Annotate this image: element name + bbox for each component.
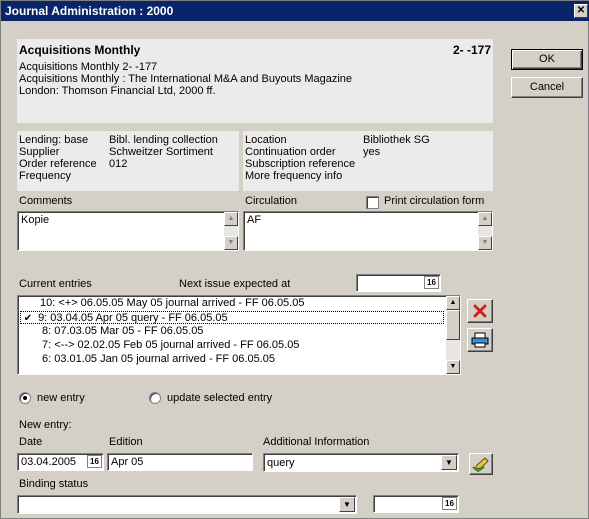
binding-date-field[interactable]: 16 xyxy=(373,495,459,513)
lending-label: Lending: base xyxy=(19,134,89,146)
lending-value: Bibl. lending collection xyxy=(109,134,218,146)
scroll-up-icon[interactable]: ▲ xyxy=(478,212,492,226)
journal-admin-window: Journal Administration : 2000 ✕ Acquisit… xyxy=(0,0,589,519)
supplier-label: Supplier xyxy=(19,146,60,158)
location-value: Bibliothek SG xyxy=(363,134,430,146)
window-title: Journal Administration : 2000 xyxy=(5,4,174,18)
list-item[interactable]: 6: 03.01.05 Jan 05 journal arrived - FF … xyxy=(42,353,275,366)
entry-text: 6: 03.01.05 Jan 05 journal arrived - FF … xyxy=(42,353,275,365)
printer-icon xyxy=(471,332,489,348)
comments-scrollbar[interactable]: ▲ ▼ xyxy=(224,212,238,250)
circulation-label: Circulation xyxy=(245,195,297,207)
scroll-down-icon[interactable]: ▼ xyxy=(224,236,238,250)
supplier-value: Schweitzer Sortiment xyxy=(109,146,213,158)
comments-text: Kopie xyxy=(21,214,50,226)
current-entries-label: Current entries xyxy=(19,278,92,290)
frequency-label: Frequency xyxy=(19,170,71,182)
new-entry-radio[interactable] xyxy=(19,392,31,404)
list-item[interactable]: 7: <--> 02.02.05 Feb 05 journal arrived … xyxy=(42,339,299,352)
circulation-scrollbar[interactable]: ▲ ▼ xyxy=(478,212,492,250)
subscription-label: Subscription reference xyxy=(245,158,356,170)
order-ref-value: 012 xyxy=(109,158,128,170)
calendar-icon[interactable]: 16 xyxy=(87,455,102,468)
entry-text: 9: 03.04.05 Apr 05 query - FF 06.05.05 xyxy=(38,312,228,324)
new-entry-label: New entry: xyxy=(19,419,72,431)
checkmark-icon: ✔ xyxy=(23,313,33,324)
ok-button[interactable]: OK xyxy=(511,49,583,70)
circulation-textarea[interactable]: AF ▲ ▼ xyxy=(243,211,493,251)
scroll-up-icon[interactable]: ▲ xyxy=(224,212,238,226)
circulation-text: AF xyxy=(247,214,262,226)
scroll-down-icon[interactable]: ▼ xyxy=(446,360,460,374)
scroll-thumb[interactable] xyxy=(446,310,460,340)
date-value: 03.04.2005 xyxy=(21,456,77,468)
entries-scrollbar[interactable]: ▲ ▼ xyxy=(446,296,460,374)
update-selected-radio[interactable] xyxy=(149,392,161,404)
title-bar: Journal Administration : 2000 ✕ xyxy=(1,1,589,21)
calendar-icon[interactable]: 16 xyxy=(424,276,439,289)
info-line-3: London: Thomson Financial Ltd, 2000 ff. xyxy=(19,85,216,97)
scroll-down-icon[interactable]: ▼ xyxy=(478,236,492,250)
delete-x-icon xyxy=(473,304,487,318)
binding-status-label: Binding status xyxy=(19,478,89,490)
update-selected-radio-label: update selected entry xyxy=(167,392,273,404)
confirm-entry-button[interactable] xyxy=(469,453,493,475)
print-entry-button[interactable] xyxy=(467,328,493,352)
print-circulation-checkbox[interactable] xyxy=(366,196,379,209)
edition-field[interactable]: Apr 05 xyxy=(107,453,253,471)
info-line-2: Acquisitions Monthly : The International… xyxy=(19,73,353,85)
additional-info-label: Additional Information xyxy=(263,436,370,448)
additional-info-value: query xyxy=(267,457,295,469)
list-item[interactable]: 8: 07.03.05 Mar 05 - FF 06.05.05 xyxy=(42,325,203,338)
list-item[interactable]: 10: <+> 06.05.05 May 05 journal arrived … xyxy=(38,297,304,310)
pencil-icon xyxy=(472,457,489,473)
binding-status-select[interactable]: ▼ xyxy=(17,495,357,514)
scroll-up-icon[interactable]: ▲ xyxy=(446,296,460,310)
entries-list[interactable]: 10: <+> 06.05.05 May 05 journal arrived … xyxy=(17,295,461,375)
location-label: Location xyxy=(245,134,287,146)
freq-info-label: More frequency info xyxy=(245,170,343,182)
list-item-selected[interactable]: ✔ 9: 03.04.05 Apr 05 query - FF 06.05.05 xyxy=(20,311,444,324)
next-issue-date-field[interactable]: 16 xyxy=(356,274,441,292)
edition-label: Edition xyxy=(109,436,143,448)
journal-id: 2- -177 xyxy=(453,43,492,57)
edition-value: Apr 05 xyxy=(111,456,144,468)
continuation-value: yes xyxy=(363,146,381,158)
additional-info-select[interactable]: query ▼ xyxy=(263,453,459,472)
next-issue-label: Next issue expected at xyxy=(179,278,291,290)
calendar-icon[interactable]: 16 xyxy=(442,497,457,510)
entry-text: 8: 07.03.05 Mar 05 - FF 06.05.05 xyxy=(42,325,204,337)
date-label: Date xyxy=(19,436,43,448)
delete-entry-button[interactable] xyxy=(467,299,493,323)
new-entry-radio-label: new entry xyxy=(37,392,85,404)
print-circulation-label: Print circulation form xyxy=(384,195,485,207)
entry-text: 10: <+> 06.05.05 May 05 journal arrived … xyxy=(40,297,305,309)
date-field[interactable]: 03.04.2005 16 xyxy=(17,453,104,471)
dropdown-arrow-icon[interactable]: ▼ xyxy=(339,497,355,512)
continuation-label: Continuation order xyxy=(245,146,336,158)
cancel-button[interactable]: Cancel xyxy=(511,77,583,98)
dropdown-arrow-icon[interactable]: ▼ xyxy=(441,455,457,470)
comments-textarea[interactable]: Kopie ▲ ▼ xyxy=(17,211,239,251)
comments-label: Comments xyxy=(19,195,73,207)
info-line-1: Acquisitions Monthly 2- -177 xyxy=(19,61,158,73)
journal-title: Acquisitions Monthly xyxy=(19,43,141,57)
entry-text: 7: <--> 02.02.05 Feb 05 journal arrived … xyxy=(42,339,300,351)
close-button[interactable]: ✕ xyxy=(574,4,588,18)
order-ref-label: Order reference xyxy=(19,158,97,170)
